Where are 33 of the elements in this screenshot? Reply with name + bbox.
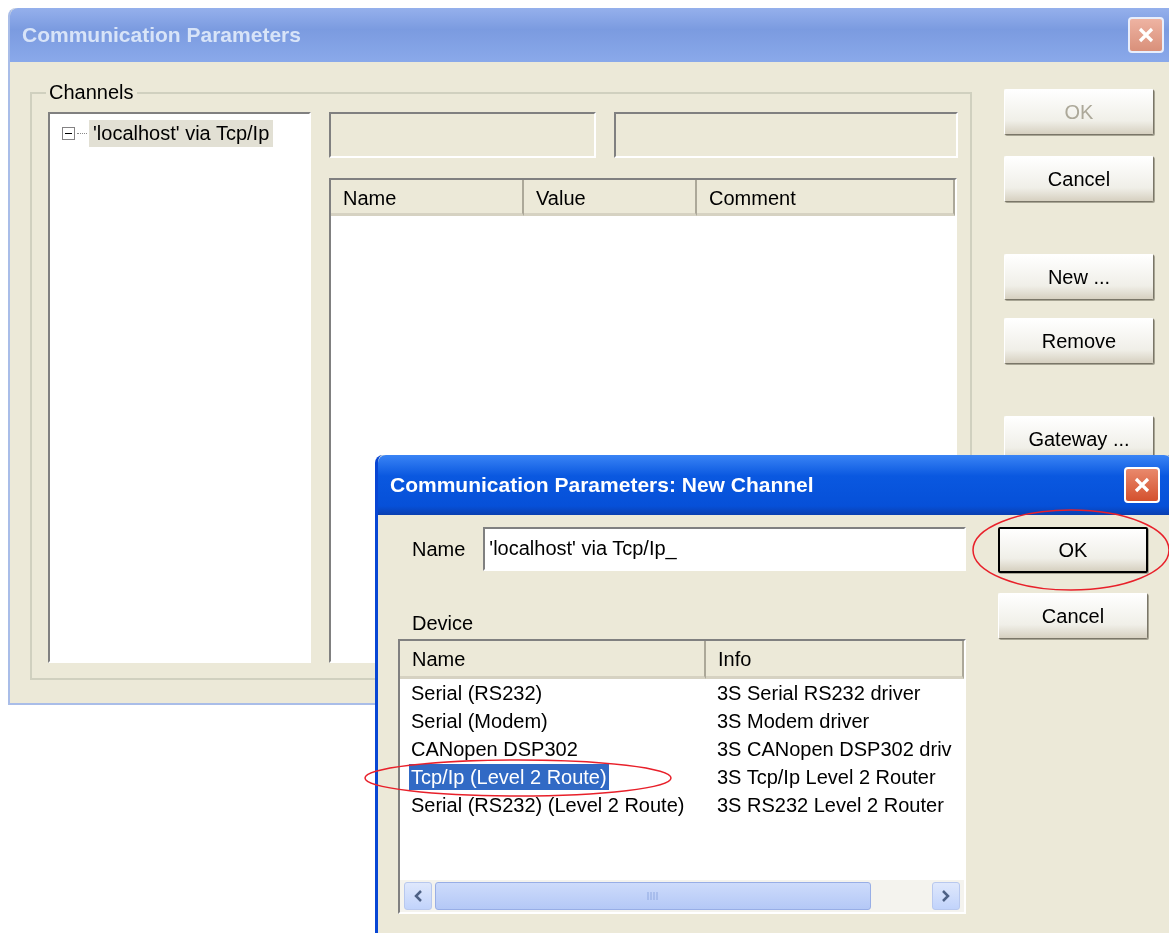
device-name[interactable]: CANopen DSP302 [409, 736, 580, 762]
device-info: 3S CANopen DSP302 driv [717, 737, 952, 760]
scroll-right-icon[interactable] [932, 882, 960, 910]
column-header[interactable]: Comment [697, 180, 955, 216]
column-header[interactable]: Value [524, 180, 697, 216]
window-title: Communication Parameters [22, 23, 302, 47]
scroll-left-icon[interactable] [404, 882, 432, 910]
device-info: 3S Serial RS232 driver [717, 681, 921, 704]
close-icon [1132, 475, 1152, 495]
device-label: Device [412, 611, 475, 635]
column-header[interactable]: Name [400, 641, 706, 679]
device-name[interactable]: Serial (RS232) [409, 680, 545, 706]
device-info: 3S Tcp/Ip Level 2 Router [717, 765, 936, 788]
column-header[interactable]: Name [331, 180, 524, 216]
scroll-thumb[interactable] [435, 882, 871, 910]
window-title: Communication Parameters: New Channel [390, 473, 815, 497]
dialog-button[interactable]: New ... [1004, 254, 1154, 300]
horizontal-scrollbar[interactable] [400, 880, 964, 912]
column-header[interactable]: Info [706, 641, 964, 679]
device-name[interactable]: Serial (RS232) (Level 2 Route) [409, 792, 687, 818]
device-name[interactable]: Tcp/Ip (Level 2 Route) [409, 764, 609, 790]
name-field[interactable]: 'localhost' via Tcp/Ip_ [483, 527, 966, 571]
dialog-button[interactable]: Remove [1004, 318, 1154, 364]
device-info: 3S Modem driver [717, 709, 870, 732]
dialog-button[interactable]: Cancel [1004, 156, 1154, 202]
device-info: 3S RS232 Level 2 Router [717, 793, 944, 816]
dialog-button[interactable]: OK [998, 527, 1148, 573]
device-name[interactable]: Serial (Modem) [409, 708, 550, 734]
dialog-button[interactable]: Cancel [998, 593, 1148, 639]
tree-item[interactable]: 'localhost' via Tcp/Ip [89, 120, 274, 147]
collapse-icon[interactable] [62, 127, 75, 140]
name-label: Name [412, 537, 466, 561]
close-icon [1136, 25, 1156, 45]
